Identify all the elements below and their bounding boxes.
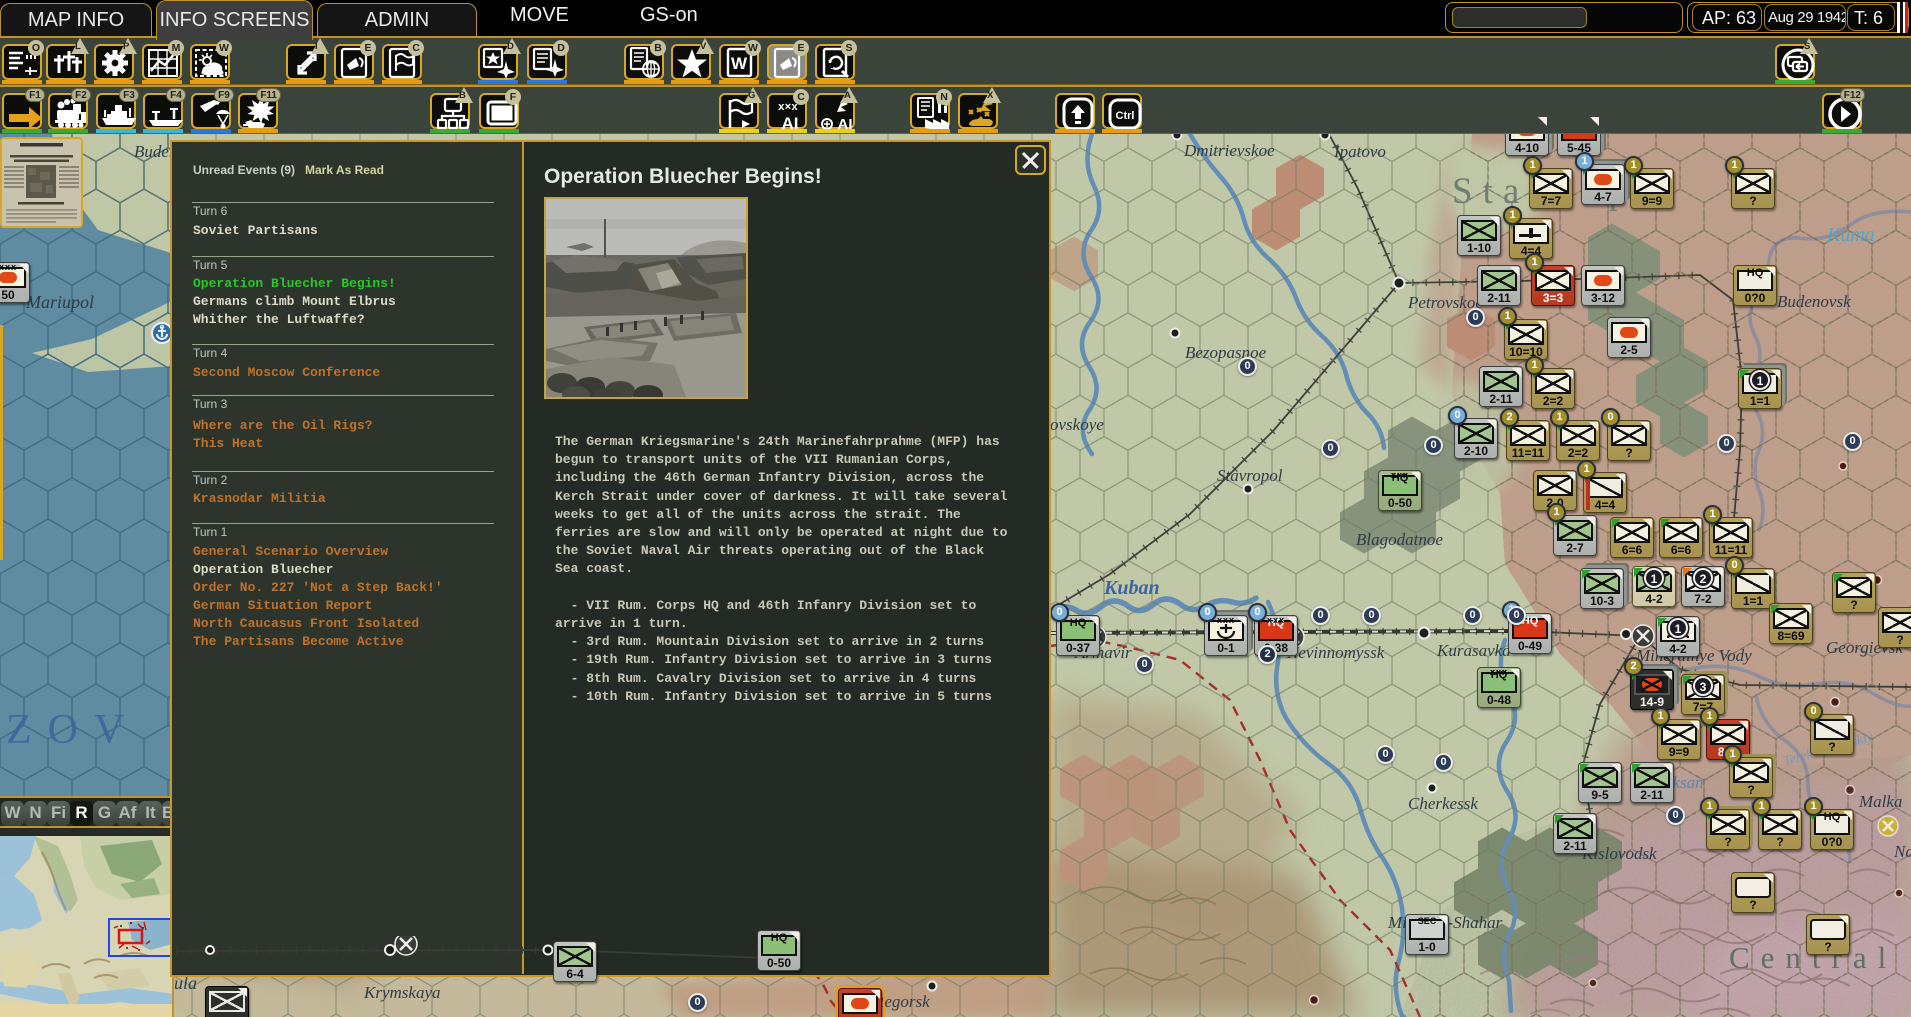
svg-text:x×x: x×x: [778, 102, 798, 114]
svg-text:W: W: [731, 54, 748, 73]
svg-text:Ctrl: Ctrl: [1116, 110, 1135, 122]
